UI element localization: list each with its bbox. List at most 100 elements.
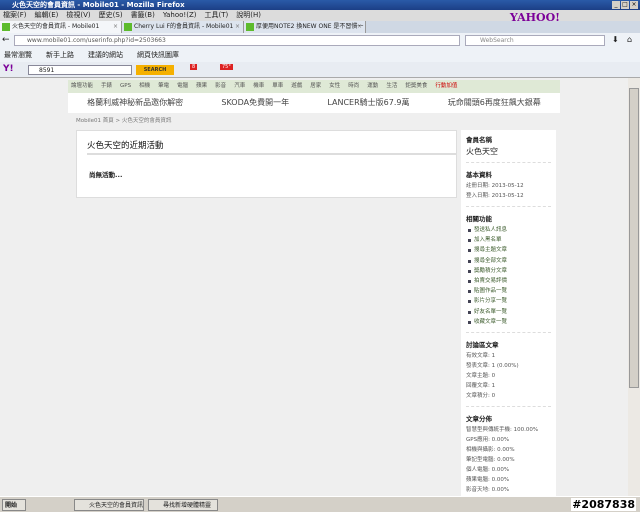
site-nav-item[interactable]: 相機 bbox=[139, 80, 150, 93]
stat-item: 智慧型與傳統手機: 100.00% bbox=[466, 427, 539, 434]
site-nav-item[interactable]: 手錶 bbox=[101, 80, 112, 93]
site-nav-item[interactable]: 遊戲 bbox=[291, 80, 302, 93]
site-nav: 論壇功能 手錶 GPS 相機 筆電 電腦 蘋果 影音 汽車 機車 單車 遊戲 居家 女性 時尚 運動 生活 鉅獎美… bbox=[68, 80, 560, 93]
site-nav-item[interactable]: 鉅獎美食 bbox=[405, 80, 427, 93]
distribution-label: 文章分佈 bbox=[466, 415, 492, 424]
stat-item: 回覆文章: 1 bbox=[466, 383, 496, 390]
function-link[interactable]: 搜尋主題文章 bbox=[466, 245, 551, 255]
start-button[interactable]: 開始 bbox=[2, 498, 26, 511]
site-nav-item[interactable]: 機車 bbox=[253, 80, 264, 93]
function-link[interactable]: 貼圖作品一覽 bbox=[466, 286, 551, 296]
minimize-button[interactable]: _ bbox=[612, 1, 620, 9]
yahoo-search-input[interactable]: 8591 bbox=[28, 65, 132, 75]
stat-item: 個人電腦: 0.00% bbox=[466, 467, 510, 474]
login-date: 登入日期: 2013-05-12 bbox=[466, 193, 524, 199]
weather-badge[interactable]: 75° bbox=[220, 64, 233, 70]
function-link[interactable]: 收藏文章一覽 bbox=[466, 317, 551, 327]
ad-link[interactable]: 格蘭利威神秘新品邀你解密 bbox=[87, 93, 183, 113]
menu-item[interactable]: 歷史(S) bbox=[99, 10, 123, 21]
site-nav-item[interactable]: 時尚 bbox=[348, 80, 359, 93]
site-nav-item[interactable]: 影音 bbox=[215, 80, 226, 93]
bookmark-item[interactable]: 建議的網站 bbox=[88, 48, 123, 62]
taskbar: 開始 火色天空的會員資訊 - ... 尋找新增硬體精靈 bbox=[0, 496, 640, 512]
function-link[interactable]: 拍賣交易評價 bbox=[466, 276, 551, 286]
bookmark-item[interactable]: 新手上路 bbox=[46, 48, 74, 62]
function-link[interactable]: 影片分享一覽 bbox=[466, 296, 551, 306]
stat-item: 影音天地: 0.00% bbox=[466, 487, 510, 494]
close-button[interactable]: × bbox=[630, 1, 638, 9]
forum-label: 討論區文章 bbox=[466, 341, 499, 350]
stat-item: 文章積分: 0 bbox=[466, 393, 496, 400]
tab-label: Cherry Lui F的會員資訊 - Mobile01 bbox=[134, 23, 234, 30]
favicon-icon bbox=[246, 23, 254, 31]
member-sidebar: 會員名稱 火色天空 基本資料 註冊日期: 2013-05-12 登入日期: 20… bbox=[461, 130, 556, 496]
site-nav-item[interactable]: 居家 bbox=[310, 80, 321, 93]
function-link[interactable]: 搜尋全部文章 bbox=[466, 256, 551, 266]
home-icon[interactable]: ⌂ bbox=[627, 35, 632, 44]
activity-panel: 火色天空的近期活動 尚無活動... bbox=[76, 130, 457, 198]
favicon-icon bbox=[2, 23, 10, 31]
ad-link[interactable]: SKODA免費開一年 bbox=[221, 93, 289, 113]
site-nav-item[interactable]: 筆電 bbox=[158, 80, 169, 93]
taskbar-item[interactable]: 火色天空的會員資訊 - ... bbox=[74, 498, 144, 511]
taskbar-item[interactable]: 尋找新增硬體精靈 bbox=[148, 498, 218, 511]
registered-date: 註冊日期: 2013-05-12 bbox=[466, 183, 524, 189]
stat-item: 蘋果電腦: 0.00% bbox=[466, 477, 510, 484]
menu-item[interactable]: 檢視(V) bbox=[66, 10, 90, 21]
site-nav-item[interactable]: 電腦 bbox=[177, 80, 188, 93]
site-nav-item[interactable]: 運動 bbox=[367, 80, 378, 93]
site-nav-item[interactable]: 女性 bbox=[329, 80, 340, 93]
bookmarks-bar: 最常瀏覽 新手上路 建議的網站 網頁快訊圖庫 bbox=[0, 48, 640, 62]
stat-item: 有效文章: 1 bbox=[466, 353, 496, 360]
favicon-icon bbox=[124, 23, 132, 31]
site-nav-item[interactable]: 蘋果 bbox=[196, 80, 207, 93]
close-tab-icon[interactable]: × bbox=[113, 21, 118, 33]
menu-item[interactable]: 工具(T) bbox=[205, 10, 229, 21]
browser-tab[interactable]: 厚便用NOTE2 換NEW ONE 是不習慣一 × bbox=[244, 21, 366, 33]
page-title: 火色天空的近期活動 bbox=[87, 141, 164, 151]
stat-item: 文章主題: 0 bbox=[466, 373, 496, 380]
window-controls: _ □ × bbox=[612, 1, 638, 9]
close-tab-icon[interactable]: × bbox=[235, 21, 240, 33]
url-input[interactable]: www.mobile01.com/userinfo.php?id=2503663 bbox=[14, 35, 460, 46]
menu-item[interactable]: 書籤(B) bbox=[131, 10, 155, 21]
menu-item[interactable]: 檔案(F) bbox=[3, 10, 27, 21]
site-nav-item[interactable]: 行動加值 bbox=[435, 80, 457, 93]
tab-label: 厚便用NOTE2 換NEW ONE 是不習慣一 bbox=[256, 23, 364, 30]
site-nav-item[interactable]: GPS bbox=[120, 80, 131, 93]
mail-badge[interactable]: 8 bbox=[190, 64, 198, 70]
site-nav-item[interactable]: 單車 bbox=[272, 80, 283, 93]
maximize-button[interactable]: □ bbox=[621, 1, 629, 9]
menu-item[interactable]: 編輯(E) bbox=[35, 10, 59, 21]
member-name-label: 會員名稱 bbox=[466, 136, 492, 144]
functions-label: 相關功能 bbox=[466, 215, 492, 223]
download-icon[interactable]: ⬇ bbox=[612, 35, 619, 44]
web-search-input[interactable]: WebSearch bbox=[465, 35, 605, 46]
bookmark-item[interactable]: 網頁快訊圖庫 bbox=[137, 48, 179, 62]
yahoo-search-button[interactable]: SEARCH bbox=[136, 65, 174, 75]
close-tab-icon[interactable]: × bbox=[357, 21, 362, 33]
ad-links: 格蘭利威神秘新品邀你解密 SKODA免費開一年 LANCER騎士版67.9萬 玩命關頭… bbox=[68, 93, 560, 113]
function-link[interactable]: 加入黑名單 bbox=[466, 235, 551, 245]
empty-message: 尚無活動... bbox=[89, 171, 123, 179]
site-nav-item[interactable]: 汽車 bbox=[234, 80, 245, 93]
stat-item: 發表文章: 1 (0.00%) bbox=[466, 363, 519, 370]
browser-tab[interactable]: Cherry Lui F的會員資訊 - Mobile01 × bbox=[122, 21, 244, 33]
stat-item: 筆記型電腦: 0.00% bbox=[466, 457, 515, 464]
scrollbar-thumb[interactable] bbox=[629, 88, 639, 388]
browser-tab[interactable]: 火色天空的會員資訊 - Mobile01 × bbox=[0, 21, 122, 33]
ad-link[interactable]: LANCER騎士版67.9萬 bbox=[327, 93, 409, 113]
site-nav-item[interactable]: 論壇功能 bbox=[71, 80, 93, 93]
yahoo-icon[interactable]: Y! bbox=[3, 64, 14, 74]
menu-item[interactable]: Yahoo!(Z) bbox=[163, 10, 197, 21]
ad-link[interactable]: 玩命關頭6再度狂飆大銀幕 bbox=[448, 93, 541, 113]
function-link[interactable]: 好友名單一覽 bbox=[466, 307, 551, 317]
function-link[interactable]: 發送私人訊息 bbox=[466, 225, 551, 235]
bookmark-item[interactable]: 最常瀏覽 bbox=[4, 48, 32, 62]
site-nav-item[interactable]: 生活 bbox=[386, 80, 397, 93]
function-link[interactable]: 獎勵積分文章 bbox=[466, 266, 551, 276]
menu-item[interactable]: 說明(H) bbox=[236, 10, 261, 21]
breadcrumb[interactable]: Mobile01 首頁 > 火色天空的會員資訊 bbox=[76, 116, 171, 124]
back-icon[interactable]: ← bbox=[2, 35, 10, 45]
tab-label: 火色天空的會員資訊 - Mobile01 bbox=[12, 23, 100, 30]
